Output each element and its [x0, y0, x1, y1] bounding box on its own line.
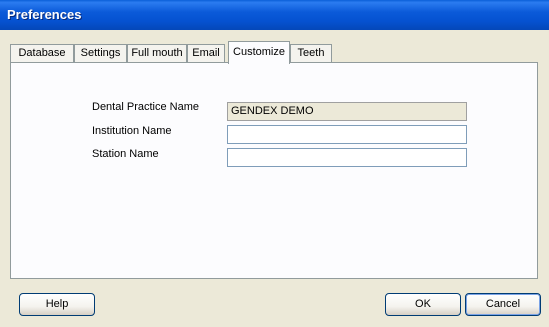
tab-email[interactable]: Email: [187, 44, 225, 63]
station-name-label: Station Name: [92, 148, 159, 160]
tab-teeth[interactable]: Teeth: [290, 44, 332, 63]
dental-practice-name-field: GENDEX DEMO: [227, 102, 467, 121]
institution-name-label: Institution Name: [92, 125, 172, 137]
title-bar: Preferences: [0, 0, 549, 30]
help-button[interactable]: Help: [19, 293, 95, 316]
customize-panel: [10, 62, 538, 279]
tab-customize[interactable]: Customize: [228, 41, 290, 64]
tab-full-mouth[interactable]: Full mouth: [127, 44, 187, 63]
dental-practice-name-label: Dental Practice Name: [92, 101, 199, 113]
ok-button[interactable]: OK: [385, 293, 461, 316]
cancel-button[interactable]: Cancel: [465, 293, 541, 316]
station-name-field[interactable]: [227, 148, 467, 167]
institution-name-field[interactable]: [227, 125, 467, 144]
window-title: Preferences: [7, 7, 82, 22]
tab-settings[interactable]: Settings: [74, 44, 127, 63]
tab-database[interactable]: Database: [10, 44, 74, 63]
